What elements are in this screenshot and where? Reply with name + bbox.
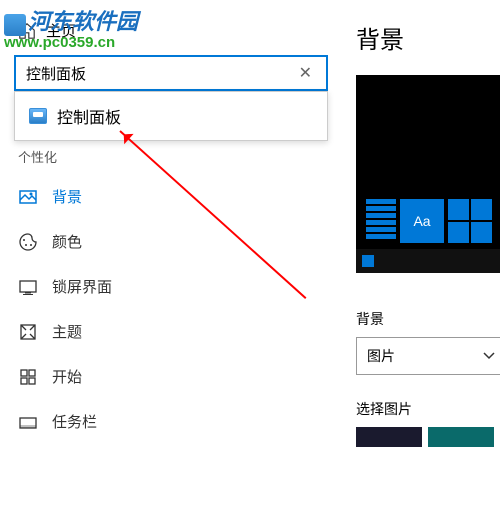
background-select[interactable]: 图片 <box>356 337 500 375</box>
page-title: 背景 <box>356 20 500 55</box>
background-select-value: 图片 <box>367 346 395 366</box>
nav-list: 背景 颜色 锁屏界面 主题 <box>14 174 326 444</box>
picture-thumbnails <box>356 427 500 447</box>
search-suggestions: 控制面板 <box>14 91 328 141</box>
watermark-url: www.pc0359.cn <box>4 34 138 51</box>
lockscreen-icon <box>18 277 38 297</box>
sidebar-item-label: 颜色 <box>52 231 82 252</box>
sidebar-item-label: 任务栏 <box>52 411 97 432</box>
choose-picture-label: 选择图片 <box>356 399 500 419</box>
category-label: 个性化 <box>18 147 326 166</box>
clear-icon[interactable]: ✕ <box>295 63 316 83</box>
sidebar-item-label: 主题 <box>52 321 82 342</box>
suggestion-label: 控制面板 <box>57 104 121 128</box>
preview-sample-text: Aa <box>400 199 444 243</box>
sidebar-item-background[interactable]: 背景 <box>14 174 326 219</box>
start-icon <box>18 367 38 387</box>
sidebar-item-label: 锁屏界面 <box>52 276 112 297</box>
sidebar-item-lockscreen[interactable]: 锁屏界面 <box>14 264 326 309</box>
sidebar: 主页 ✕ 控制面板 个性化 背景 <box>0 0 340 515</box>
picture-thumb[interactable] <box>428 427 494 447</box>
content-area: 背景 Aa 背景 图片 <box>340 0 500 515</box>
taskbar-icon <box>18 412 38 432</box>
sidebar-item-start[interactable]: 开始 <box>14 354 326 399</box>
desktop-preview: Aa <box>356 75 500 273</box>
watermark: 河东软件园 www.pc0359.cn <box>4 4 138 51</box>
watermark-title: 河东软件园 <box>28 9 138 34</box>
watermark-logo-icon <box>4 14 26 36</box>
search-input[interactable] <box>26 65 295 82</box>
picture-thumb[interactable] <box>356 427 422 447</box>
control-panel-icon <box>29 108 47 124</box>
sidebar-item-taskbar[interactable]: 任务栏 <box>14 399 326 444</box>
sidebar-item-label: 背景 <box>52 186 82 207</box>
sidebar-item-label: 开始 <box>52 366 82 387</box>
sidebar-item-colors[interactable]: 颜色 <box>14 219 326 264</box>
search-box[interactable]: ✕ <box>14 55 328 91</box>
background-label: 背景 <box>356 309 500 329</box>
suggestion-control-panel[interactable]: 控制面板 <box>15 92 327 140</box>
themes-icon <box>18 322 38 342</box>
background-icon <box>18 187 38 207</box>
chevron-down-icon <box>483 352 495 360</box>
sidebar-item-themes[interactable]: 主题 <box>14 309 326 354</box>
colors-icon <box>18 232 38 252</box>
